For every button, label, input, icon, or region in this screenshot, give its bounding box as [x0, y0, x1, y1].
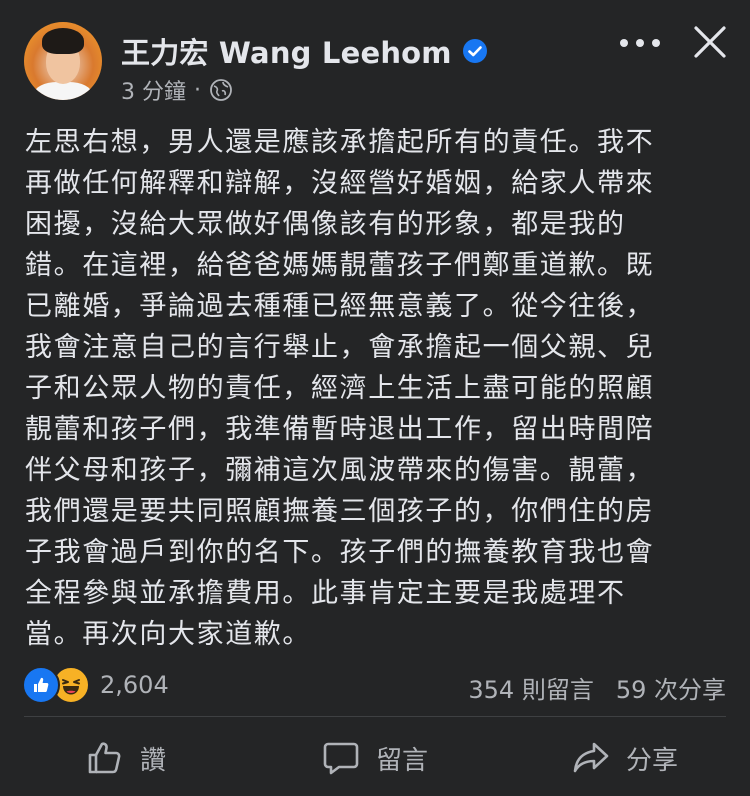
engagement-counts: 354 則留言 59 次分享 [468, 670, 726, 705]
author-name[interactable]: 王力宏 Wang Leehom [121, 30, 452, 72]
author-avatar[interactable] [24, 22, 102, 100]
meta-separator: · [194, 77, 201, 103]
comment-button[interactable]: 留言 [322, 736, 428, 780]
close-button[interactable] [690, 22, 730, 62]
reaction-count: 2,604 [100, 671, 169, 699]
globe-icon [209, 78, 233, 102]
more-dots-icon [620, 39, 660, 47]
comment-label: 留言 [376, 745, 429, 776]
comments-count[interactable]: 354 則留言 [468, 670, 593, 705]
more-options-button[interactable] [618, 30, 662, 56]
actions-divider [24, 716, 726, 717]
post-stats: 2,604 354 則留言 59 次分享 [0, 660, 750, 710]
verified-badge-icon [462, 38, 488, 64]
share-button[interactable]: 分享 [572, 736, 678, 780]
comment-bubble-icon [323, 742, 359, 775]
share-arrow-icon [573, 742, 609, 773]
post-meta: 3 分鐘 · [121, 74, 233, 106]
share-label: 分享 [626, 745, 679, 776]
thumbs-up-icon [88, 742, 121, 774]
action-bar: 讚 留言 分享 [0, 722, 750, 796]
like-button[interactable]: 讚 [86, 736, 166, 780]
author-name-row: 王力宏 Wang Leehom [121, 30, 488, 72]
post-header: 王力宏 Wang Leehom 3 分鐘 · [0, 0, 750, 110]
like-reaction-icon [22, 666, 60, 704]
reactions-summary[interactable]: 2,604 [22, 666, 169, 704]
close-icon [694, 26, 726, 58]
post-text: 左思右想，男人還是應該承擔起所有的責任。我不 再做任何解釋和辯解，沒經營好婚姻，… [25, 127, 655, 650]
like-label: 讚 [140, 745, 167, 776]
post-timestamp[interactable]: 3 分鐘 [121, 74, 186, 106]
shares-count[interactable]: 59 次分享 [616, 670, 726, 705]
